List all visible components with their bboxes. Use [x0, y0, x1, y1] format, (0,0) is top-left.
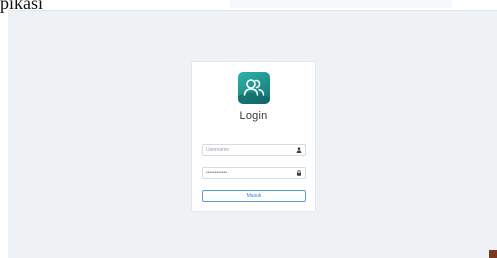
login-screen: Login Masuk [8, 10, 497, 258]
lock-icon [297, 170, 301, 176]
username-field[interactable] [202, 144, 306, 156]
login-card: Login Masuk [191, 61, 316, 212]
login-button[interactable]: Masuk [202, 190, 306, 202]
password-field[interactable] [202, 167, 306, 179]
page: pikasi Login Username •••••••••••• Masuk [0, 0, 497, 258]
top-strip [230, 0, 452, 8]
corner-mark [489, 250, 497, 258]
login-title: Login [239, 110, 268, 122]
username-input[interactable] [206, 145, 294, 155]
user-icon [296, 147, 302, 153]
password-input[interactable] [206, 168, 294, 178]
users-icon [238, 72, 270, 104]
